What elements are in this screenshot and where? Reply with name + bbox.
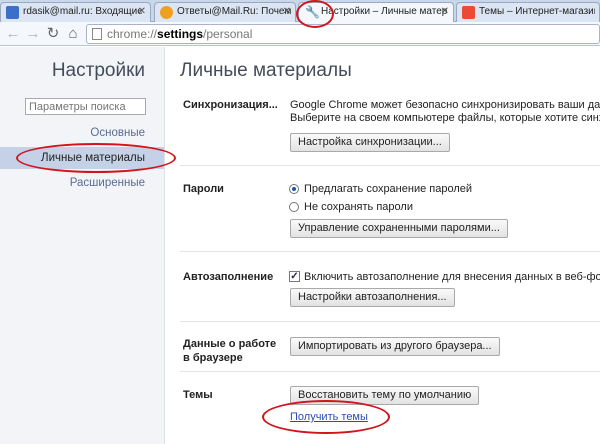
question-icon [160, 6, 173, 19]
page-title: Личные материалы [180, 60, 352, 81]
tab-title: Ответы@Mail.Ru: Почему у [177, 6, 291, 17]
sync-description-line2: Выберите на своем компьютере файлы, кото… [290, 112, 600, 124]
tab-title: Темы – Интернет-магазин С [479, 6, 595, 17]
enable-autofill-checkbox[interactable]: ✓ [289, 271, 300, 282]
tab-strip: rdasik@mail.ru: Входящие ✕ Ответы@Mail.R… [0, 0, 600, 23]
autofill-settings-button[interactable]: Настройки автозаполнения... [290, 288, 455, 307]
sync-section-label: Синхронизация... [183, 99, 278, 111]
tab-mail-inbox[interactable]: rdasik@mail.ru: Входящие ✕ [0, 2, 151, 22]
import-data-button[interactable]: Импортировать из другого браузера... [290, 337, 500, 356]
settings-sidebar: Настройки Основные Личные материалы Расш… [0, 47, 165, 444]
wrench-icon: 🔧 [305, 5, 320, 19]
tab-title: Настройки – Личные матер [321, 6, 448, 17]
sidebar-item-advanced[interactable]: Расширенные [70, 177, 145, 189]
tab-title: rdasik@mail.ru: Входящие [23, 6, 143, 17]
sync-description-line1: Google Chrome может безопасно синхронизи… [290, 99, 600, 111]
setup-sync-button[interactable]: Настройка синхронизации... [290, 133, 450, 152]
back-icon[interactable]: ← [4, 25, 22, 43]
themes-section-label: Темы [183, 389, 213, 401]
home-icon[interactable]: ⌂ [64, 25, 82, 43]
sidebar-item-basic[interactable]: Основные [90, 127, 145, 139]
tab-settings[interactable]: 🔧 Настройки – Личные матер ✕ [298, 2, 454, 23]
reset-theme-button[interactable]: Восстановить тему по умолчанию [290, 386, 480, 405]
page-icon [92, 28, 102, 40]
url-path: /personal [203, 27, 253, 41]
toolbar: ← → ↻ ⌂ chrome://settings/personal [0, 22, 600, 46]
reload-icon[interactable]: ↻ [44, 25, 62, 43]
address-bar[interactable]: chrome://settings/personal [86, 24, 600, 44]
get-themes-link[interactable]: Получить темы [290, 411, 368, 423]
url-host: settings [157, 27, 204, 41]
forward-icon[interactable]: → [24, 25, 42, 43]
never-save-passwords-label[interactable]: Не сохранять пароли [304, 201, 413, 214]
browser-data-label-line1: Данные о работе [183, 338, 277, 350]
browser-data-label-line2: в браузере [183, 352, 243, 364]
close-icon[interactable]: ✕ [441, 3, 449, 21]
passwords-section-label: Пароли [183, 183, 224, 195]
section-divider [180, 371, 600, 372]
section-divider [180, 321, 600, 322]
section-divider [180, 165, 600, 166]
autofill-section-label: Автозаполнение [183, 271, 274, 283]
webstore-icon [462, 6, 475, 19]
manage-passwords-button[interactable]: Управление сохраненными паролями... [290, 219, 508, 238]
settings-main: Личные материалы Синхронизация... Google… [166, 47, 600, 444]
sidebar-title: Настройки [51, 60, 145, 81]
close-icon[interactable]: ✕ [283, 3, 291, 21]
tab-otvety[interactable]: Ответы@Mail.Ru: Почему у ✕ [154, 2, 296, 22]
offer-save-passwords-label[interactable]: Предлагать сохранение паролей [304, 183, 472, 196]
section-divider [180, 251, 600, 252]
sidebar-item-personal[interactable]: Личные материалы [0, 147, 164, 169]
url-scheme: chrome:// [107, 27, 158, 41]
mail-icon [6, 6, 19, 19]
tab-themes-store[interactable]: Темы – Интернет-магазин С [456, 2, 600, 22]
never-save-passwords-radio[interactable] [289, 202, 299, 212]
search-settings-input[interactable] [25, 98, 146, 115]
enable-autofill-label[interactable]: Включить автозаполнение для внесения дан… [304, 271, 600, 284]
close-icon[interactable]: ✕ [138, 3, 146, 21]
offer-save-passwords-radio[interactable] [289, 184, 299, 194]
